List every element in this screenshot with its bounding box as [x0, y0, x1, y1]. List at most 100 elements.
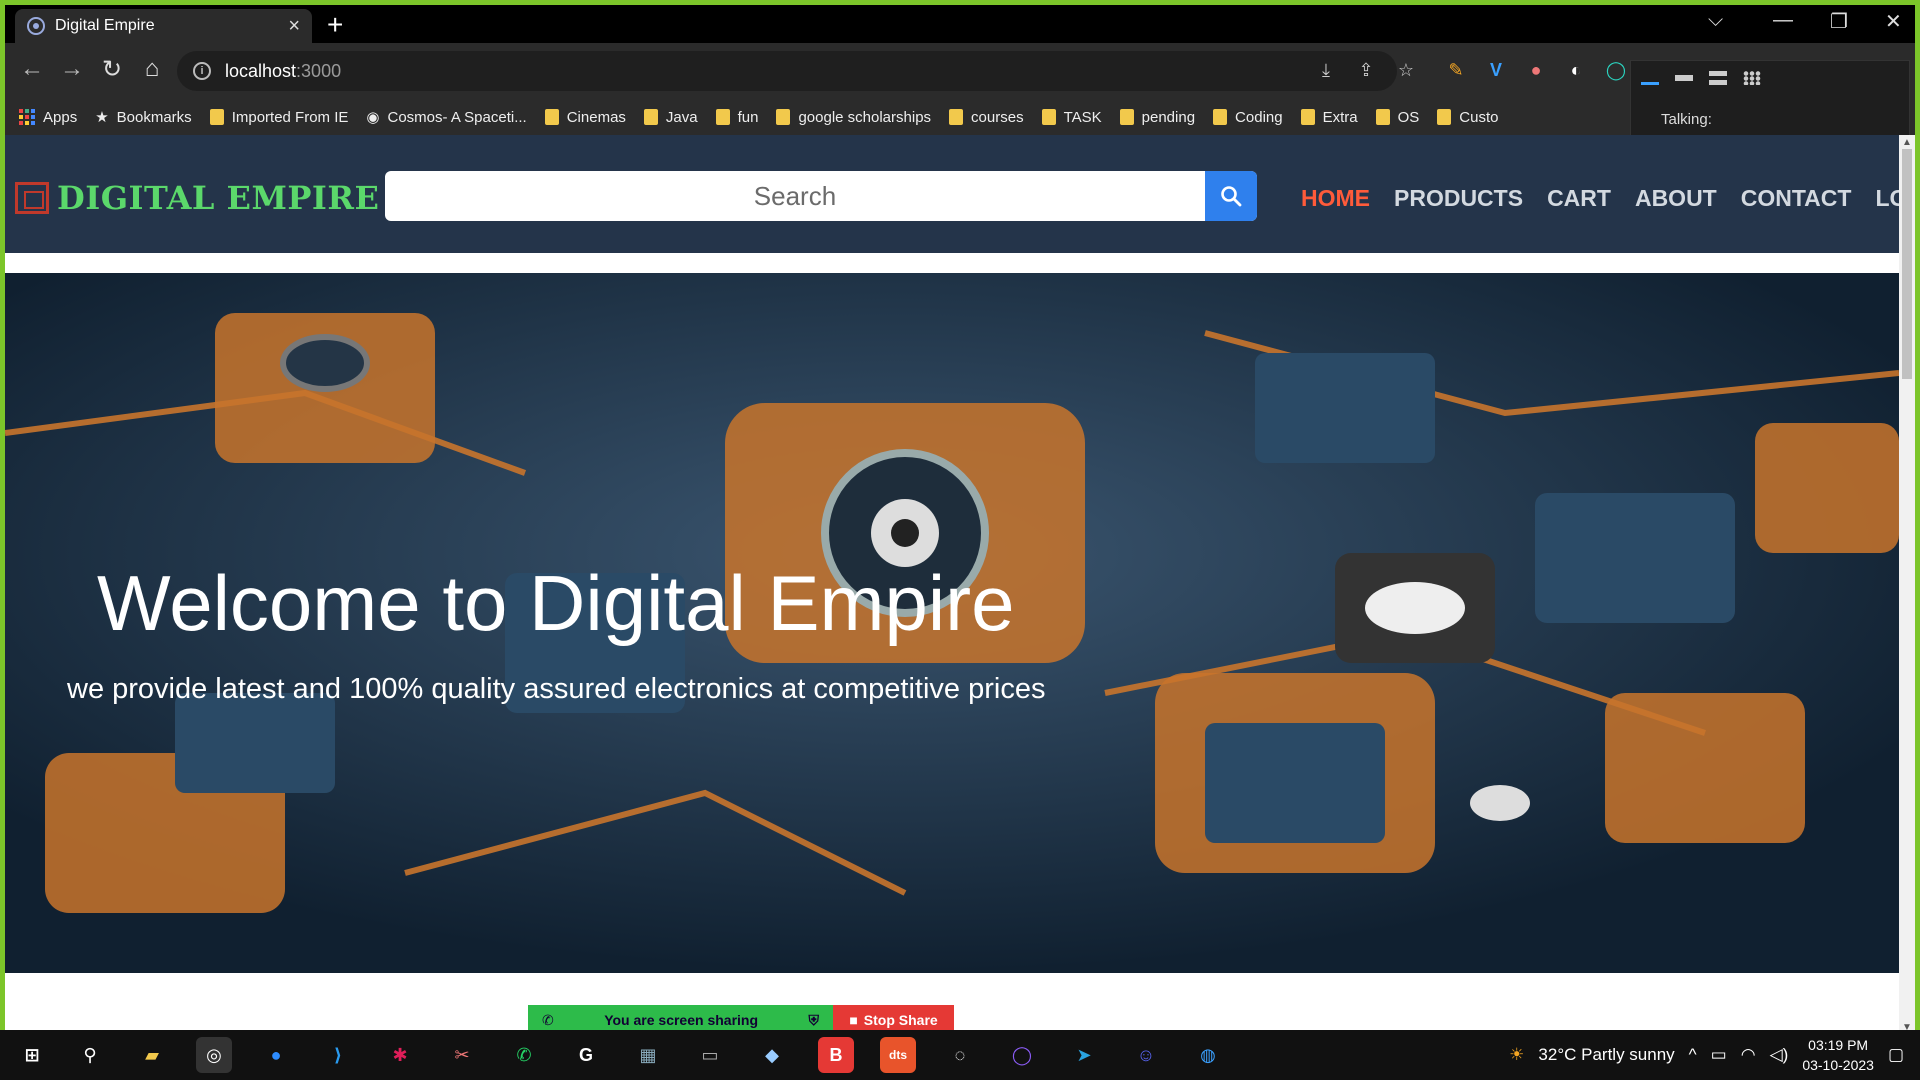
bookmark-folder[interactable]: Extra — [1300, 109, 1358, 126]
scrollbar-thumb[interactable] — [1902, 149, 1912, 379]
vscode-icon[interactable]: ⟩ — [320, 1037, 356, 1073]
minimize-view-icon[interactable] — [1641, 71, 1659, 85]
page-scrollbar[interactable]: ▲ ▼ — [1899, 135, 1915, 1035]
folder-icon — [1375, 109, 1390, 125]
site-logo[interactable]: DIGITAL EMPIRE — [15, 179, 379, 217]
firefox-icon[interactable]: ◍ — [1190, 1037, 1226, 1073]
dts-icon[interactable]: dts — [880, 1037, 916, 1073]
bookmark-apps[interactable]: Apps — [19, 109, 77, 126]
file-explorer-icon[interactable]: ▰ — [134, 1037, 170, 1073]
bookmark-folder[interactable]: OS — [1375, 109, 1419, 126]
pen-extension-icon[interactable]: ✎ — [1445, 59, 1467, 81]
folder-icon — [1041, 109, 1056, 125]
brave-icon[interactable]: B — [818, 1037, 854, 1073]
chrome-icon[interactable]: ◎ — [196, 1037, 232, 1073]
volume-icon[interactable]: ◁) — [1770, 1045, 1789, 1065]
bookmark-bookmarks[interactable]: ★ Bookmarks — [95, 108, 191, 127]
obs-icon[interactable]: ◌ — [942, 1037, 978, 1073]
windows-start-icon[interactable]: ⊞ — [14, 1037, 50, 1073]
clock-date: 03-10-2023 — [1802, 1057, 1874, 1073]
menu-contact[interactable]: CONTACT — [1741, 185, 1852, 212]
restore-icon[interactable]: ❐ — [1830, 9, 1848, 34]
whatsapp-icon[interactable]: ✆ — [506, 1037, 542, 1073]
tab-search-icon[interactable]: ⌵ — [1708, 9, 1723, 32]
telegram-icon[interactable]: ➤ — [1066, 1037, 1102, 1073]
folder-icon — [776, 109, 791, 125]
notes-icon[interactable]: ◆ — [754, 1037, 790, 1073]
home-icon[interactable]: ⌂ — [137, 55, 167, 83]
bar-view-icon[interactable] — [1675, 75, 1693, 81]
menu-products[interactable]: PRODUCTS — [1394, 185, 1523, 212]
bookmark-star-icon[interactable]: ☆ — [1395, 59, 1417, 81]
search-button[interactable] — [1205, 171, 1257, 221]
clock-time: 03:19 PM — [1808, 1037, 1869, 1053]
browser-toolbar: ← → ↻ ⌂ i localhost:3000 ⤓ ⇪ ☆ ✎ V ● ◐ ◯ — [5, 43, 1915, 99]
bookmark-folder[interactable]: fun — [715, 109, 758, 126]
calculator-icon[interactable]: ▦ — [630, 1037, 666, 1073]
address-bar[interactable]: i localhost:3000 — [177, 51, 1397, 91]
install-icon[interactable]: ⤓ — [1315, 59, 1337, 81]
menu-home[interactable]: HOME — [1301, 185, 1370, 212]
wifi-icon[interactable]: ◠ — [1741, 1045, 1756, 1065]
folder-icon — [715, 109, 730, 125]
star-icon: ★ — [95, 109, 109, 126]
snipping-tool-icon[interactable]: ✂ — [444, 1037, 480, 1073]
bookmark-folder[interactable]: Imported From IE — [209, 109, 348, 126]
clock[interactable]: 03:19 PM 03-10-2023 — [1802, 1035, 1874, 1075]
url-text: localhost:3000 — [225, 60, 342, 81]
bookmark-folder[interactable]: TASK — [1041, 109, 1102, 126]
extension-icon[interactable]: ● — [1525, 59, 1547, 81]
tray-chevron-icon[interactable]: ^ — [1689, 1045, 1697, 1065]
share-icon[interactable]: ⇪ — [1355, 59, 1377, 81]
site-info-icon[interactable]: i — [193, 62, 211, 80]
app-circle-icon[interactable]: ◯ — [1004, 1037, 1040, 1073]
bookmark-folder[interactable]: courses — [949, 109, 1024, 126]
bookmark-folder[interactable]: Java — [643, 109, 698, 126]
site-navbar: DIGITAL EMPIRE HOME PRODUCTS CART ABOUT … — [5, 135, 1915, 253]
bookmark-folder[interactable]: Coding — [1213, 109, 1283, 126]
bookmark-folder[interactable]: pending — [1119, 109, 1195, 126]
chat-extension-icon[interactable]: ◯ — [1605, 59, 1627, 81]
taskbar-search-icon[interactable]: ⚲ — [72, 1037, 108, 1073]
menu-cart[interactable]: CART — [1547, 185, 1611, 212]
menu-about[interactable]: ABOUT — [1635, 185, 1717, 212]
back-icon[interactable]: ← — [17, 55, 47, 83]
minimize-icon[interactable]: — — [1773, 9, 1793, 32]
stack-view-icon[interactable] — [1709, 71, 1727, 85]
pin-icon: ✆ — [542, 1011, 554, 1028]
battery-icon[interactable]: ▭ — [1711, 1045, 1727, 1065]
stop-icon: ■ — [849, 1012, 858, 1028]
notifications-icon[interactable]: ▢ — [1888, 1045, 1904, 1065]
bookmark-folder[interactable]: Custo — [1437, 109, 1498, 126]
tab-title: Digital Empire — [55, 17, 155, 34]
browser-tab[interactable]: Digital Empire × — [15, 9, 312, 43]
new-tab-button[interactable]: + — [327, 11, 343, 39]
vimeo-extension-icon[interactable]: V — [1485, 59, 1507, 81]
bookmark-cosmos[interactable]: ◉ Cosmos- A Spaceti... — [366, 108, 526, 127]
search-input[interactable] — [385, 171, 1205, 221]
hero-banner: Welcome to Digital Empire we provide lat… — [5, 273, 1899, 973]
folder-icon — [544, 109, 559, 125]
logo-text: DIGITAL EMPIRE — [57, 179, 380, 217]
shield-icon: ⛨ — [808, 1011, 819, 1028]
zoom-icon[interactable]: ● — [258, 1037, 294, 1073]
slack-icon[interactable]: ✱ — [382, 1037, 418, 1073]
forward-icon[interactable]: → — [57, 55, 87, 83]
close-tab-icon[interactable]: × — [288, 15, 300, 38]
extension-circle-icon[interactable]: ◐ — [1565, 59, 1587, 81]
discord-icon[interactable]: ☺ — [1128, 1037, 1164, 1073]
weather-text[interactable]: 32°C Partly sunny — [1538, 1045, 1674, 1065]
github-icon[interactable]: G — [568, 1037, 604, 1073]
bookmark-folder[interactable]: google scholarships — [776, 109, 931, 126]
folder-icon — [1437, 109, 1452, 125]
search-icon — [1221, 186, 1242, 207]
reload-icon[interactable]: ↻ — [97, 55, 127, 84]
grid-view-icon[interactable] — [1743, 71, 1761, 85]
scroll-up-icon[interactable]: ▲ — [1902, 137, 1912, 148]
talking-widget[interactable]: Talking: — [1630, 60, 1910, 138]
bookmark-folder[interactable]: Cinemas — [544, 109, 626, 126]
windows-taskbar: ⊞ ⚲ ▰ ◎ ● ⟩ ✱ ✂ ✆ G ▦ ▭ ◆ B dts ◌ ◯ ➤ ☺ … — [0, 1030, 1920, 1080]
close-window-icon[interactable]: ✕ — [1885, 9, 1902, 34]
terminal-icon[interactable]: ▭ — [692, 1037, 728, 1073]
chip-logo-icon — [15, 182, 49, 214]
